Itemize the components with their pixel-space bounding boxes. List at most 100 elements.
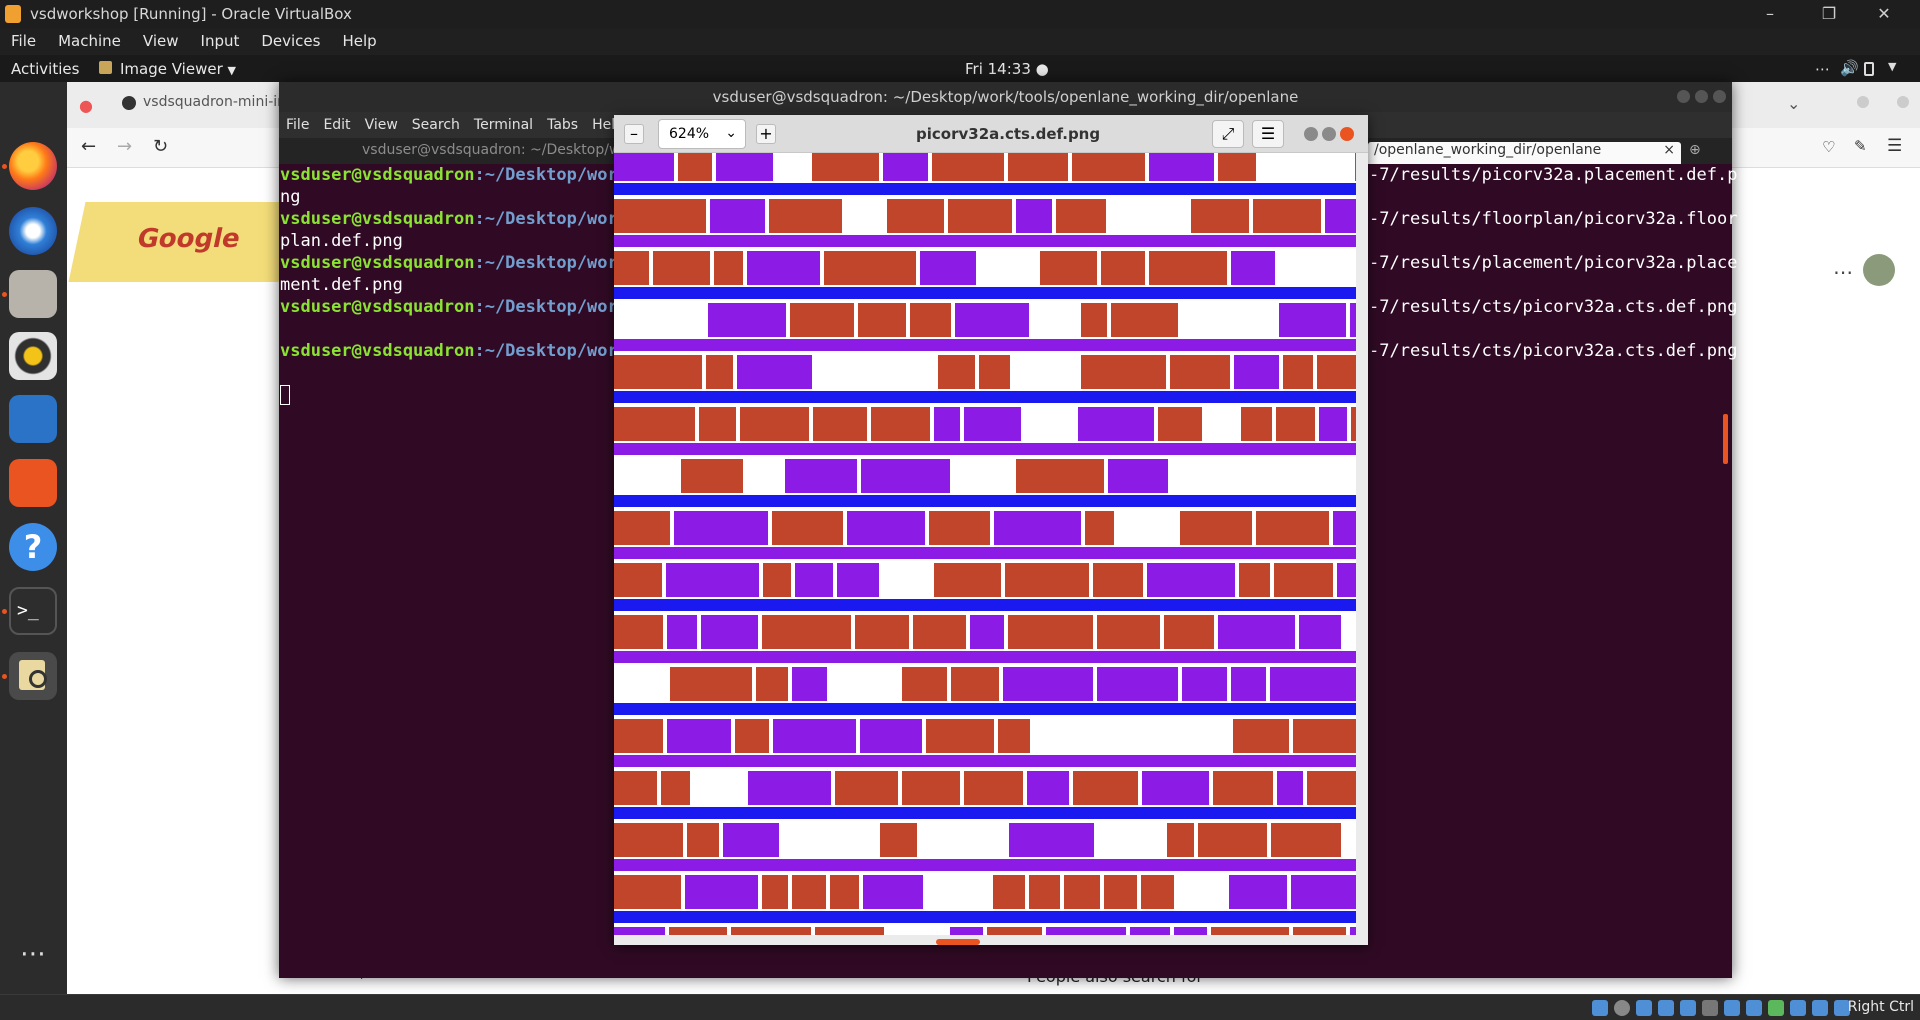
- virtualbox-icon: [5, 5, 21, 23]
- network-icon[interactable]: ⋯: [1815, 60, 1830, 78]
- terminal-menu-view[interactable]: View: [358, 112, 405, 133]
- terminal-scrollbar[interactable]: [1723, 414, 1728, 464]
- close-icon[interactable]: ✕: [1866, 3, 1902, 25]
- display-icon[interactable]: [1724, 1000, 1740, 1016]
- network-adapter-icon[interactable]: [1658, 1000, 1674, 1016]
- menu-view[interactable]: View: [132, 29, 190, 50]
- back-icon[interactable]: ←: [81, 136, 96, 157]
- terminal-menu-terminal[interactable]: Terminal: [467, 112, 540, 133]
- terminal-icon[interactable]: >_: [9, 587, 57, 635]
- clock[interactable]: Fri 14:33 ●: [965, 60, 1049, 78]
- activities-button[interactable]: Activities: [11, 60, 79, 78]
- cpu-icon[interactable]: [1768, 1000, 1784, 1016]
- layout-power-rail: [614, 391, 1356, 403]
- show-apps-icon[interactable]: ⋯: [9, 930, 57, 978]
- layout-image[interactable]: [614, 153, 1356, 935]
- layout-std-cell: [955, 303, 1029, 337]
- terminal-menu-tabs[interactable]: Tabs: [540, 112, 585, 133]
- layout-std-cell: [614, 563, 662, 597]
- browser-tab-title[interactable]: vsdsquadron-mini-in: [143, 94, 286, 110]
- layout-std-cell: [667, 615, 697, 649]
- menu-devices[interactable]: Devices: [250, 29, 331, 50]
- writer-icon[interactable]: [9, 395, 57, 443]
- terminal-minimize-icon[interactable]: [1677, 90, 1690, 103]
- terminal-titlebar: vsduser@vsdsquadron: ~/Desktop/work/tool…: [279, 82, 1732, 112]
- layout-std-cell: [714, 251, 743, 285]
- shared-folders-icon[interactable]: [1702, 1000, 1718, 1016]
- menu-help[interactable]: Help: [331, 29, 387, 50]
- help-icon[interactable]: ?: [9, 523, 57, 571]
- layout-std-cell: [1283, 355, 1313, 389]
- layout-std-cell: [855, 615, 909, 649]
- rhythmbox-icon[interactable]: [9, 332, 57, 380]
- thunderbird-icon[interactable]: [9, 207, 57, 255]
- terminal-menu-edit[interactable]: Edit: [316, 112, 357, 133]
- browser-menu-icon[interactable]: ☰: [1887, 136, 1902, 156]
- volume-icon[interactable]: 🔊: [1840, 59, 1859, 77]
- firefox-view-icon[interactable]: ●: [79, 96, 93, 115]
- layout-std-cell: [614, 667, 666, 701]
- hamburger-menu-icon[interactable]: ☰: [1252, 120, 1284, 148]
- layout-std-cell: [861, 459, 950, 493]
- layout-std-cell: [1325, 199, 1356, 233]
- software-center-icon[interactable]: [9, 459, 57, 507]
- layout-std-cell: [883, 153, 928, 181]
- apps-grid-icon[interactable]: ⋯: [1833, 260, 1853, 284]
- recording-icon[interactable]: [1746, 1000, 1762, 1016]
- avatar[interactable]: [1863, 254, 1895, 286]
- terminal-tab-1[interactable]: vsduser@vsdsquadron: ~/Desktop/w: [362, 142, 620, 158]
- terminal-tab-2[interactable]: /openlane_working_dir/openlane ×: [1368, 142, 1681, 164]
- terminal-close-icon[interactable]: [1713, 90, 1726, 103]
- google-doodle: Google: [68, 202, 296, 282]
- minimize-icon[interactable]: –: [1752, 3, 1788, 25]
- terminal-menu-search[interactable]: Search: [405, 112, 467, 133]
- terminal-maximize-icon[interactable]: [1695, 90, 1708, 103]
- image-viewer-icon[interactable]: [9, 652, 57, 700]
- fullscreen-button[interactable]: ⤢: [1212, 120, 1244, 148]
- usb-icon[interactable]: [1680, 1000, 1696, 1016]
- keyboard-icon[interactable]: [1812, 1000, 1828, 1016]
- pocket-icon[interactable]: ♡: [1822, 138, 1835, 156]
- menu-machine[interactable]: Machine: [47, 29, 132, 50]
- menu-file[interactable]: File: [0, 29, 47, 50]
- viewer-maximize-icon[interactable]: [1322, 127, 1336, 141]
- files-icon[interactable]: [9, 270, 57, 318]
- viewer-minimize-icon[interactable]: [1304, 127, 1318, 141]
- tab-close-icon[interactable]: ×: [1663, 142, 1675, 158]
- layout-std-cell: [1218, 303, 1275, 337]
- layout-std-cell: [785, 459, 857, 493]
- extensions-icon[interactable]: ✎: [1854, 137, 1867, 155]
- hdd-icon[interactable]: [1592, 1000, 1608, 1016]
- layout-std-cell: [1009, 823, 1094, 857]
- restore-icon[interactable]: ❐: [1811, 3, 1847, 25]
- forward-icon[interactable]: →: [117, 136, 132, 157]
- battery-icon[interactable]: [1864, 62, 1874, 76]
- layout-std-cell: [1016, 459, 1104, 493]
- tab-list-icon[interactable]: ⌄: [1787, 94, 1800, 113]
- layout-std-cell: [1147, 563, 1235, 597]
- layout-std-cell: [1279, 303, 1346, 337]
- browser-minimize-icon[interactable]: [1857, 96, 1869, 108]
- layout-std-cell: [1231, 251, 1275, 285]
- prompt-path: :~/Desktop/work: [474, 165, 628, 185]
- power-menu-icon[interactable]: ▼: [1888, 60, 1896, 73]
- firefox-icon[interactable]: [9, 142, 57, 190]
- optical-drive-icon[interactable]: [1614, 1000, 1630, 1016]
- app-menu[interactable]: Image Viewer ▼: [120, 60, 236, 78]
- audio-icon[interactable]: [1636, 1000, 1652, 1016]
- viewer-scrollbar-thumb[interactable]: [936, 939, 980, 945]
- zoom-out-button[interactable]: –: [624, 124, 644, 144]
- zoom-dropdown[interactable]: 624% ⌄: [658, 119, 746, 149]
- browser-close-icon[interactable]: [1897, 96, 1909, 108]
- reload-icon[interactable]: ↻: [153, 136, 168, 157]
- zoom-in-button[interactable]: +: [756, 124, 776, 144]
- layout-std-cell: [1293, 719, 1356, 753]
- layout-std-cell: [748, 771, 831, 805]
- viewer-close-icon[interactable]: [1340, 127, 1354, 141]
- terminal-menu-file[interactable]: File: [279, 112, 316, 133]
- new-tab-icon[interactable]: ⊕: [1689, 142, 1701, 158]
- mouse-integration-icon[interactable]: [1790, 1000, 1806, 1016]
- layout-std-cell: [667, 719, 731, 753]
- layout-std-cell: [1198, 823, 1267, 857]
- menu-input[interactable]: Input: [190, 29, 251, 50]
